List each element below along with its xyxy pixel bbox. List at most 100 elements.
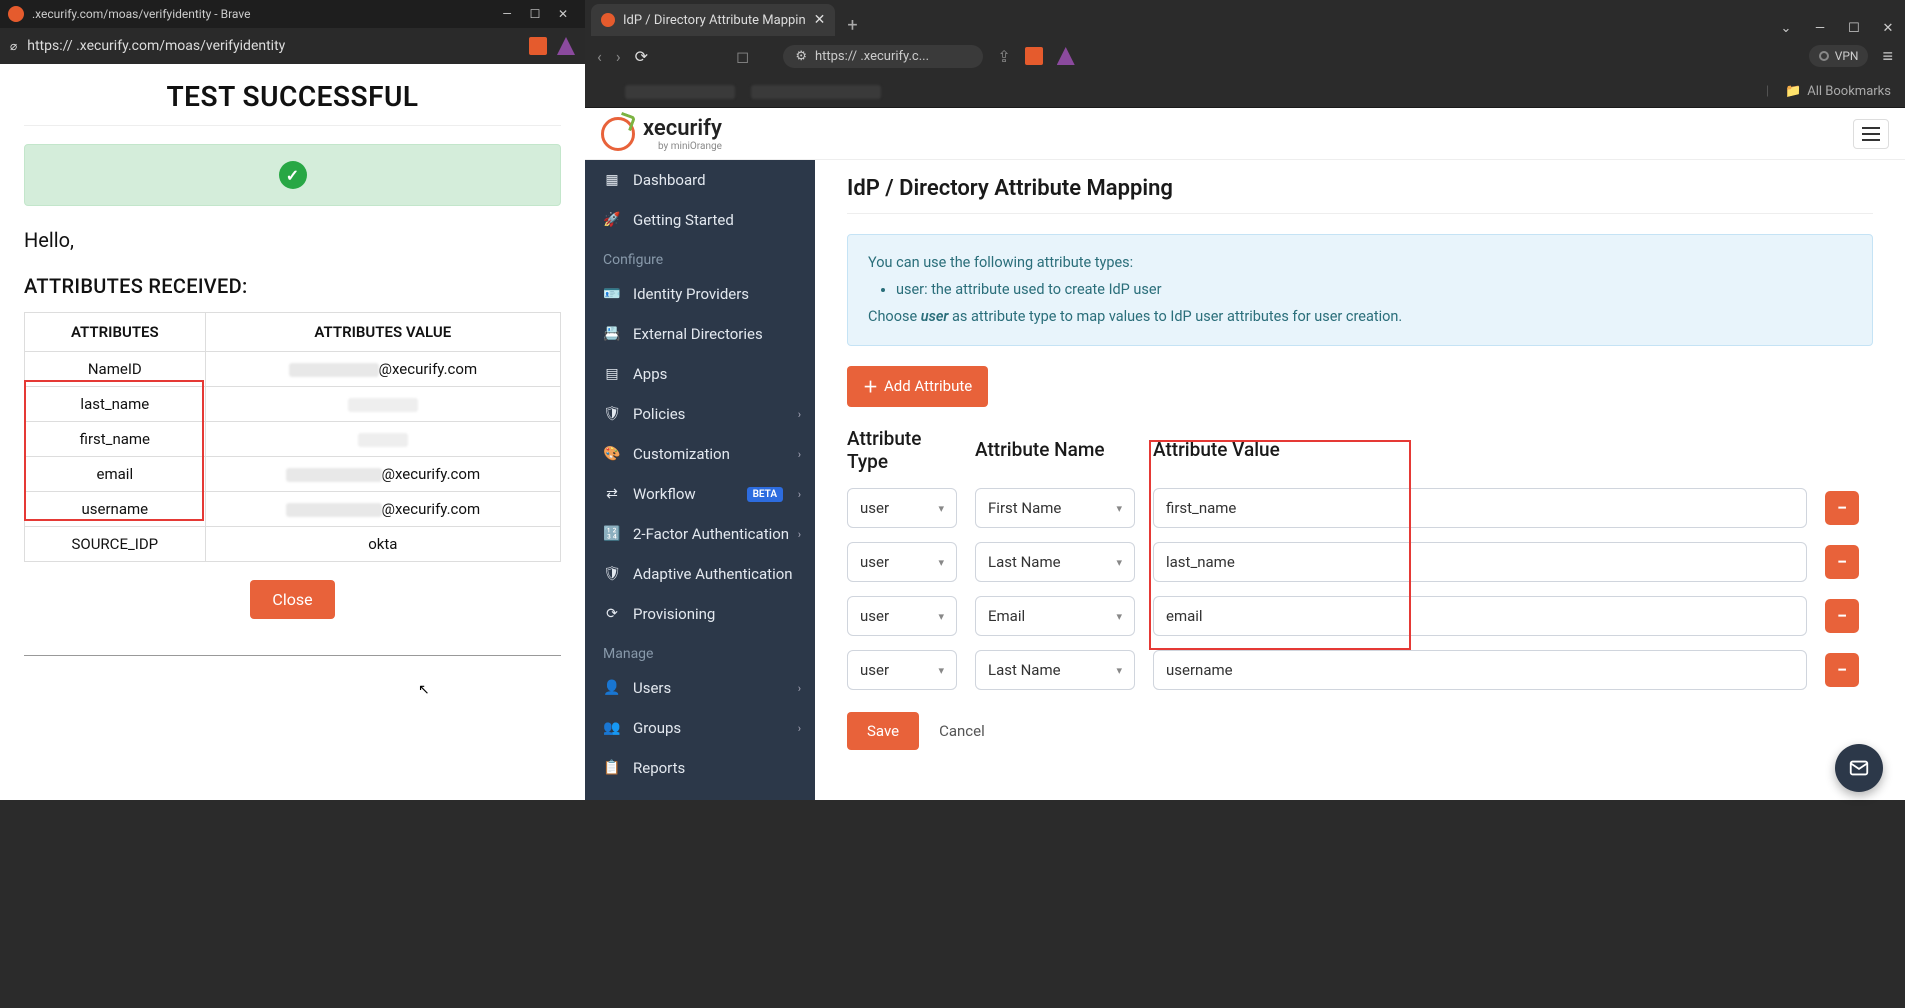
attr-type-select[interactable]: user▾ — [847, 542, 957, 582]
menu-button[interactable]: ≡ — [1882, 46, 1893, 67]
info-line-1: You can use the following attribute type… — [868, 251, 1852, 274]
attr-type-select[interactable]: user▾ — [847, 596, 957, 636]
app-icon — [8, 6, 24, 22]
sidebar-item-provisioning[interactable]: ⟳Provisioning — [585, 594, 815, 634]
site-settings-icon[interactable]: ⚙ — [795, 49, 807, 64]
chevron-down-icon: ▾ — [938, 556, 944, 569]
attr-value: @xecurify.com — [205, 457, 560, 492]
sidebar-item-customization[interactable]: 🎨Customization› — [585, 434, 815, 474]
attr-type-select[interactable]: user▾ — [847, 488, 957, 528]
tab-close-icon[interactable]: ✕ — [814, 12, 826, 28]
close-window-button[interactable]: ✕ — [1871, 21, 1905, 36]
sidebar-item-external-directories[interactable]: 📇External Directories — [585, 314, 815, 354]
chevron-down-icon: ▾ — [938, 502, 944, 515]
attr-value-input[interactable] — [1153, 650, 1807, 690]
chevron-down-icon: ▾ — [1116, 664, 1122, 677]
attr-name-select[interactable]: Email▾ — [975, 596, 1135, 636]
chat-fab-button[interactable] — [1835, 744, 1883, 792]
remove-row-button[interactable]: − — [1825, 599, 1859, 633]
remove-row-button[interactable]: − — [1825, 545, 1859, 579]
forward-button[interactable]: › — [616, 47, 621, 66]
sidebar-item-apps[interactable]: ▤Apps — [585, 354, 815, 394]
apps-icon: ▤ — [603, 366, 621, 382]
sidebar-item-adaptive-auth[interactable]: 🛡Adaptive Authentication — [585, 554, 815, 594]
attr-name: first_name — [25, 422, 206, 457]
vpn-button[interactable]: VPN — [1809, 45, 1869, 67]
attr-name: email — [25, 457, 206, 492]
attr-name-select[interactable]: Last Name▾ — [975, 542, 1135, 582]
back-button[interactable]: ‹ — [597, 47, 602, 66]
brush-icon: 🎨 — [603, 446, 621, 462]
chevron-right-icon: › — [798, 682, 801, 695]
attribute-grid: Attribute Type Attribute Name Attribute … — [847, 427, 1873, 691]
sidebar-item-identity-providers[interactable]: 🪪Identity Providers — [585, 274, 815, 314]
close-window-button[interactable]: ✕ — [549, 7, 577, 21]
all-bookmarks-button[interactable]: 📁All Bookmarks — [1785, 84, 1891, 99]
sidebar-item-getting-started[interactable]: 🚀Getting Started — [585, 200, 815, 240]
tab-favicon — [601, 13, 615, 27]
reload-button[interactable]: ⟳ — [635, 47, 648, 66]
tab-search-button[interactable]: ⌄ — [1769, 21, 1803, 36]
table-row: NameID @xecurify.com — [25, 352, 561, 387]
brand-name: xecurify — [643, 116, 722, 141]
attr-name-select[interactable]: First Name▾ — [975, 488, 1135, 528]
share-icon[interactable]: ⇪ — [997, 47, 1010, 66]
minimize-button[interactable]: — — [493, 7, 521, 21]
sidebar-item-reports[interactable]: 📋Reports — [585, 748, 815, 788]
add-attribute-button[interactable]: ＋Add Attribute — [847, 366, 988, 407]
close-button[interactable]: Close — [250, 580, 334, 619]
maximize-button[interactable]: ☐ — [521, 7, 549, 21]
url-text[interactable]: https:// .xecurify.com/moas/verifyidenti… — [27, 38, 519, 54]
attr-name-select[interactable]: Last Name▾ — [975, 650, 1135, 690]
sidebar-item-users[interactable]: 👤Users› — [585, 668, 815, 708]
extension-icon[interactable] — [557, 37, 575, 55]
left-browser-window: .xecurify.com/moas/verifyidentity - Brav… — [0, 0, 585, 800]
sidebar-item-dashboard[interactable]: ▦Dashboard — [585, 160, 815, 200]
table-row: email @xecurify.com — [25, 457, 561, 492]
directory-icon: 📇 — [603, 326, 621, 342]
sidebar-item-workflow[interactable]: ⇄WorkflowBETA› — [585, 474, 815, 514]
attr-name: NameID — [25, 352, 206, 387]
checkmark-icon: ✓ — [279, 161, 307, 189]
attributes-received-title: ATTRIBUTES RECEIVED: — [24, 274, 561, 298]
beta-badge: BETA — [747, 487, 783, 502]
bookmark-item[interactable] — [751, 85, 881, 99]
site-identity-icon[interactable]: ⌀ — [10, 39, 17, 53]
table-row: SOURCE_IDP okta — [25, 527, 561, 562]
browser-tab[interactable]: IdP / Directory Attribute Mappin ✕ — [591, 4, 835, 36]
sidebar-item-policies[interactable]: 🛡Policies› — [585, 394, 815, 434]
extension-icon[interactable] — [1057, 47, 1075, 65]
bookmark-item[interactable] — [625, 85, 735, 99]
xecurify-logo[interactable]: xecurify by miniOrange — [601, 116, 722, 152]
attr-value-input[interactable] — [1153, 542, 1807, 582]
url-bar[interactable]: ⚙ https:// .xecurify.c... — [783, 45, 983, 68]
new-tab-button[interactable]: + — [847, 15, 857, 36]
success-banner: ✓ — [24, 144, 561, 206]
hello-text: Hello, — [24, 228, 561, 252]
form-actions: Save Cancel — [847, 712, 1873, 750]
bookmark-icon[interactable]: ◻ — [736, 47, 749, 66]
maximize-button[interactable]: ☐ — [1837, 21, 1871, 36]
app-header: xecurify by miniOrange — [585, 108, 1905, 160]
remove-row-button[interactable]: − — [1825, 491, 1859, 525]
sidebar-item-groups[interactable]: 👥Groups› — [585, 708, 815, 748]
hamburger-menu-button[interactable] — [1853, 119, 1889, 149]
brave-shield-icon[interactable] — [529, 37, 547, 55]
left-titlebar: .xecurify.com/moas/verifyidentity - Brav… — [0, 0, 585, 28]
info-line-2: user: the attribute used to create IdP u… — [896, 278, 1852, 301]
window-title: .xecurify.com/moas/verifyidentity - Brav… — [32, 7, 493, 21]
page-title: IdP / Directory Attribute Mapping — [847, 176, 1873, 201]
remove-row-button[interactable]: − — [1825, 653, 1859, 687]
minimize-button[interactable]: — — [1803, 21, 1837, 36]
attr-type-select[interactable]: user▾ — [847, 650, 957, 690]
cancel-button[interactable]: Cancel — [939, 722, 985, 740]
save-button[interactable]: Save — [847, 712, 919, 750]
workflow-icon: ⇄ — [603, 486, 621, 502]
attr-value-input[interactable] — [1153, 596, 1807, 636]
th-attributes: ATTRIBUTES — [25, 313, 206, 352]
brave-shield-icon[interactable] — [1025, 47, 1043, 65]
attr-value-input[interactable] — [1153, 488, 1807, 528]
shield-icon: 🛡 — [603, 406, 621, 422]
right-browser-window: IdP / Directory Attribute Mappin ✕ + ⌄ —… — [585, 0, 1905, 800]
sidebar-item-2fa[interactable]: 🔢2-Factor Authentication› — [585, 514, 815, 554]
